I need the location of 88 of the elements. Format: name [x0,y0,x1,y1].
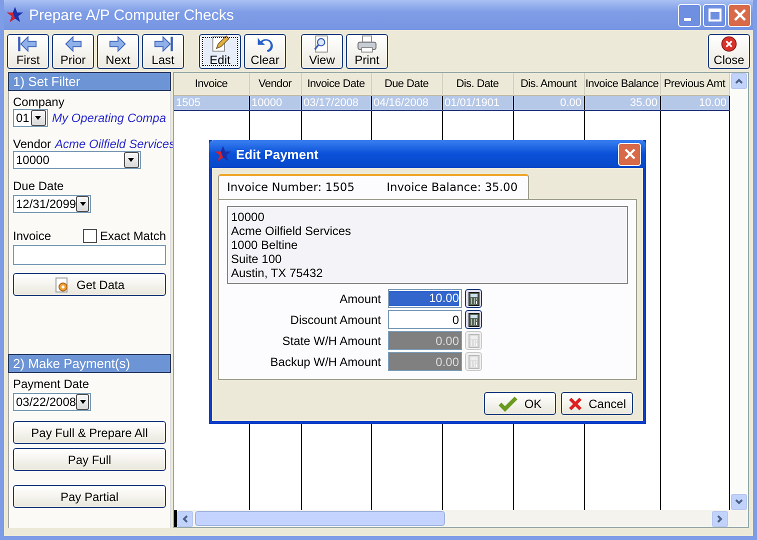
section-heading: 2) Make Payment(s) [8,354,171,373]
chevron-right-icon [715,514,725,524]
chevron-up-icon [734,76,744,86]
amount-field[interactable]: 10.00 [388,289,462,308]
calculator-icon[interactable] [465,310,482,329]
field-label: Invoice [13,229,52,243]
date-picker[interactable]: 03/22/2008 [13,393,91,411]
field-label: Due Date [13,179,65,193]
invoice-number: Invoice Number: 1505 [227,180,355,194]
vendor-dropdown[interactable]: 10000 [13,151,141,169]
amount-field[interactable]: 0 [388,310,462,329]
window-title: Prepare A/P Computer Checks [29,6,235,24]
get-data-button[interactable]: Get Data [13,273,166,296]
toolbar-button[interactable]: Clear [244,34,286,68]
scroll-thumb[interactable] [195,511,445,526]
close-button[interactable] [618,142,641,166]
address-line: 1000 Beltine [231,238,299,252]
arrow-icon [17,35,39,53]
chevron-left-icon [180,514,190,524]
maximize-button[interactable] [703,4,726,26]
invoice-balance: Invoice Balance: 35.00 [386,180,518,194]
vertical-scrollbar[interactable] [731,73,748,510]
field-label: State W/H Amount [281,334,382,348]
gear-page-icon [54,276,70,292]
table-cell: 35.00 [584,96,660,110]
column-header[interactable]: Dis. Amount [513,73,584,96]
cancel-button[interactable]: Cancel [561,392,633,415]
toolbar-button[interactable]: View [301,34,343,68]
toolbar-button[interactable]: First [7,34,49,68]
checkbox[interactable] [82,229,97,243]
chevron-down-icon [734,497,744,507]
toolbar-button[interactable]: Edit [199,34,241,68]
date-picker[interactable]: 12/31/2099 [13,195,91,213]
field-label: Company [13,95,66,109]
invoice-field[interactable] [13,245,166,265]
toolbar-button[interactable]: Next [97,34,139,68]
address-line: Austin, TX 75432 [231,266,324,280]
table-cell: 1505 [174,96,249,110]
field-label: Payment Date [13,377,90,391]
calculator-icon[interactable] [465,289,482,308]
section-heading: 1) Set Filter [8,72,171,91]
checkmark-icon [498,396,518,412]
toolbar-button[interactable]: Prior [52,34,94,68]
printer-icon [356,35,378,53]
star-icon [214,145,232,163]
ok-button[interactable]: OK [484,392,556,415]
column-header[interactable]: Previous Amt [660,73,729,96]
company-name: My Operating Compa [52,111,166,125]
payment-button[interactable]: Pay Full [13,448,166,471]
column-header[interactable]: Invoice [174,73,249,96]
address-line: 10000 [231,210,266,224]
close-button[interactable] [728,4,751,26]
column-header[interactable]: Vendor [249,73,301,96]
address-line: Suite 100 [231,252,283,266]
scroll-right-button[interactable] [712,510,728,526]
scroll-down-button[interactable] [731,494,747,510]
star-icon [6,6,24,24]
minimize-icon [684,18,691,21]
vendor-name: Acme Oilfield Services [55,137,176,151]
minimize-button[interactable] [678,4,701,26]
payment-button[interactable]: Pay Partial [13,485,166,508]
company-dropdown[interactable]: 01 [13,109,48,127]
address-line: Acme Oilfield Services [231,224,352,238]
field-label: Amount [338,292,382,306]
close-button[interactable]: Close [708,34,750,68]
table-cell: 0.00 [513,96,584,110]
scroll-left-button[interactable] [177,510,193,526]
field-label: Discount Amount [289,312,382,326]
column-header[interactable]: Invoice Date [301,73,371,96]
table-cell: 04/16/2008 [371,96,442,110]
dialog-title: Edit Payment [236,146,320,162]
tab[interactable]: Invoice Number: 1505 Invoice Balance: 35.00 [218,174,529,199]
table-cell: 10.00 [660,96,729,110]
field-label: Backup W/H Amount [269,354,382,368]
field-label: Vendor [13,137,52,151]
table-cell: 03/17/2008 [301,96,371,110]
toolbar-button[interactable]: Last [142,34,184,68]
horizontal-scrollbar[interactable] [174,510,748,527]
scroll-up-button[interactable] [731,73,747,89]
toolbar-button[interactable]: Print [346,34,388,68]
column-header[interactable]: Due Date [371,73,442,96]
checkbox-label: Exact Match [100,229,166,243]
payment-button[interactable]: Pay Full & Prepare All [13,421,166,444]
table-cell: 10000 [249,96,301,110]
table-cell: 01/01/1901 [442,96,513,110]
column-header[interactable]: Dis. Date [442,73,513,96]
column-header[interactable]: Invoice Balance [584,73,660,96]
arrow-icon [152,35,174,53]
